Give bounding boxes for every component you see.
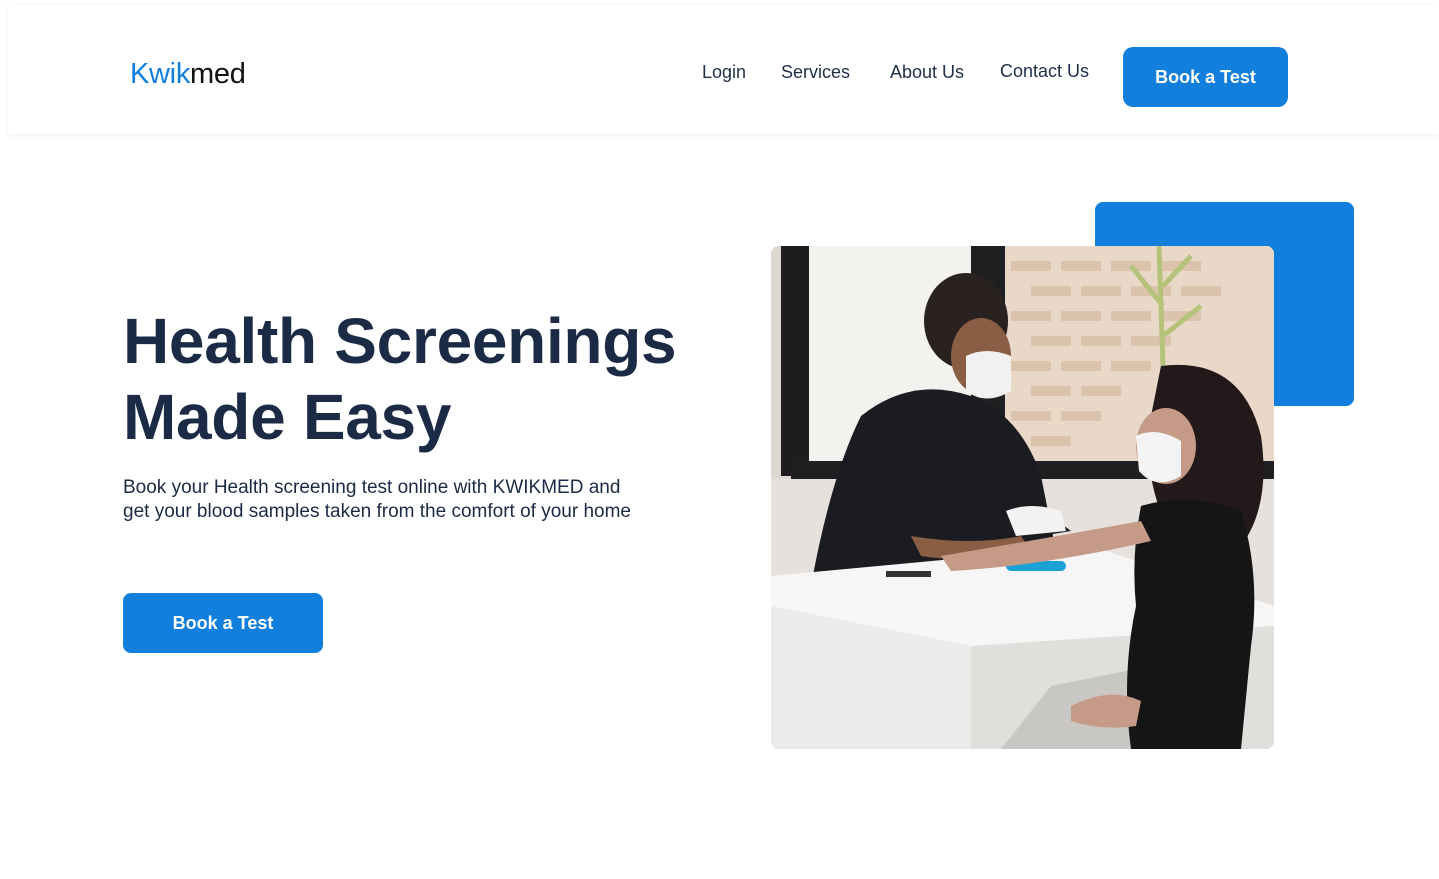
photo-illustration	[771, 246, 1274, 749]
logo-med-text: med	[190, 58, 246, 90]
hero-book-test-button[interactable]: Book a Test	[123, 593, 323, 653]
kwikmed-logo[interactable]: Kwikmed	[130, 56, 246, 92]
hero-title: Health Screenings Made Easy	[123, 303, 743, 455]
blood-test-photo	[771, 246, 1274, 749]
hero-subtitle: Book your Health screening test online w…	[123, 477, 631, 522]
site-header: Kwikmed Login Services About Us Contact …	[8, 6, 1439, 134]
nav-login-link[interactable]: Login	[702, 61, 746, 83]
hero-title-line2: Made Easy	[123, 381, 452, 453]
hero-title-line1: Health Screenings	[123, 305, 677, 377]
header-book-test-button[interactable]: Book a Test	[1123, 47, 1288, 107]
logo-kwik-text: Kwik	[130, 58, 191, 90]
nav-contact-link[interactable]: Contact Us	[1000, 60, 1089, 82]
nav-services-link[interactable]: Services	[781, 61, 850, 83]
nav-about-link[interactable]: About Us	[890, 61, 964, 83]
